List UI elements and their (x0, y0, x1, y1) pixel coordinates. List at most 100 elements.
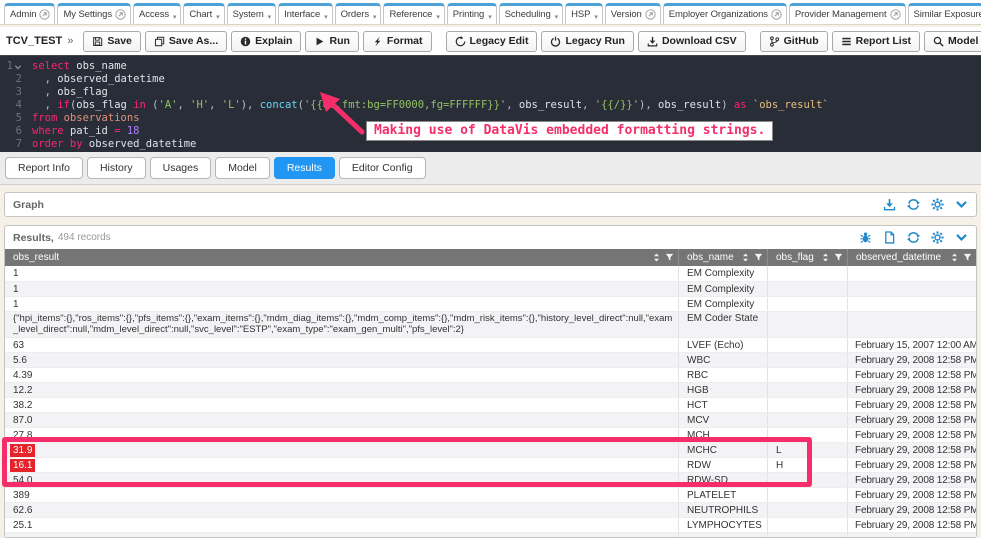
table-row[interactable]: 54.0RDW-SDFebruary 29, 2008 12:58 PM (5, 472, 976, 487)
top-tab-chart[interactable]: Chart▾ (183, 3, 224, 24)
chevron-down-icon (955, 198, 968, 211)
top-tab-reference[interactable]: Reference▾ (383, 3, 444, 24)
report-list-button[interactable]: Report List (832, 31, 920, 52)
legacy-edit-button[interactable]: Legacy Edit (446, 31, 538, 52)
sort-icon[interactable] (821, 253, 830, 262)
top-tab-similar-exposure-groups-segs[interactable]: Similar Exposure Groups (SEGs) (908, 3, 981, 24)
tab-usages[interactable]: Usages (150, 157, 212, 179)
filter-funnel-icon[interactable] (963, 253, 972, 262)
cell-obs-name: HCT (678, 398, 767, 412)
open-external-icon[interactable] (771, 9, 782, 20)
table-row[interactable] (5, 532, 976, 537)
cell-obs-flag (767, 266, 847, 281)
open-external-icon[interactable] (890, 9, 901, 20)
legacy-run-button[interactable]: Legacy Run (541, 31, 634, 52)
table-row[interactable]: 1EM Complexity (5, 266, 976, 281)
table-row[interactable]: 87.0MCVFebruary 29, 2008 12:58 PM (5, 412, 976, 427)
top-tab-employer-organizations[interactable]: Employer Organizations (663, 3, 787, 24)
table-row[interactable]: 1EM Complexity (5, 296, 976, 311)
top-tab-provider-management[interactable]: Provider Management (789, 3, 906, 24)
cell-obs-name: EM Complexity (678, 266, 767, 281)
results-page-icon[interactable] (883, 231, 896, 244)
sort-icon[interactable] (950, 253, 959, 262)
top-tab-admin[interactable]: Admin (4, 3, 55, 24)
graph-refresh-icon[interactable] (907, 198, 920, 211)
top-tab-system[interactable]: System▾ (227, 3, 277, 24)
github-button[interactable]: GitHub (760, 31, 828, 52)
top-tab-access[interactable]: Access▾ (133, 3, 181, 24)
cell-obs-name: WBC (678, 353, 767, 367)
top-tab-label: Similar Exposure Groups (SEGs) (914, 9, 981, 20)
table-row[interactable]: 12.2HGBFebruary 29, 2008 12:58 PM (5, 382, 976, 397)
open-external-icon[interactable] (645, 9, 656, 20)
results-gear-icon[interactable] (931, 231, 944, 244)
results-chevron-down-icon[interactable] (955, 231, 968, 244)
fold-toggle-icon[interactable] (14, 63, 22, 71)
table-row[interactable]: 27.8MCHFebruary 29, 2008 12:58 PM (5, 427, 976, 442)
filter-funnel-icon[interactable] (754, 253, 763, 262)
open-external-icon[interactable] (39, 9, 50, 20)
cell-observed-datetime: February 15, 2007 12:00 AM (847, 338, 976, 352)
cell-obs-flag (767, 338, 847, 352)
run-button[interactable]: Run (305, 31, 358, 52)
filter-funnel-icon[interactable] (665, 253, 674, 262)
cell-obs-name: LVEF (Echo) (678, 338, 767, 352)
results-panel-header[interactable]: Results, 494 records (5, 226, 976, 249)
top-tab-hsp[interactable]: HSP▾ (565, 3, 603, 24)
table-row[interactable]: 38.2HCTFebruary 29, 2008 12:58 PM (5, 397, 976, 412)
top-tab-label: Version (611, 9, 642, 20)
download-csv-button[interactable]: Download CSV (638, 31, 746, 52)
line-number: 5 (0, 112, 26, 125)
table-row[interactable]: 63LVEF (Echo)February 15, 2007 12:00 AM (5, 337, 976, 352)
results-bug-icon[interactable] (859, 231, 872, 244)
table-row[interactable]: 4.39RBCFebruary 29, 2008 12:58 PM (5, 367, 976, 382)
sort-icon[interactable] (652, 253, 661, 262)
graph-panel-header[interactable]: Graph (5, 193, 976, 216)
table-row[interactable]: 5.6WBCFebruary 29, 2008 12:58 PM (5, 352, 976, 367)
top-tab-orders[interactable]: Orders▾ (335, 3, 382, 24)
cell-obs-flag (767, 473, 847, 487)
page-icon (883, 231, 896, 244)
table-row[interactable]: 16.1RDWHFebruary 29, 2008 12:58 PM (5, 457, 976, 472)
graph-download-icon[interactable] (883, 198, 896, 211)
table-row[interactable]: 31.9MCHCLFebruary 29, 2008 12:58 PM (5, 442, 976, 457)
results-refresh-icon[interactable] (907, 231, 920, 244)
top-tab-printing[interactable]: Printing▾ (447, 3, 497, 24)
save-as-button[interactable]: Save As... (145, 31, 227, 52)
cell-obs-result: 62.6 (5, 503, 678, 517)
cell-observed-datetime: February 29, 2008 12:58 PM (847, 383, 976, 397)
graph-chevron-down-icon[interactable] (955, 198, 968, 211)
save-button[interactable]: Save (83, 31, 141, 52)
table-row[interactable]: 1EM Complexity (5, 281, 976, 296)
tab-model[interactable]: Model (215, 157, 270, 179)
format-button[interactable]: Format (363, 31, 432, 52)
explain-button[interactable]: Explain (231, 31, 301, 52)
submenu-caret-icon: ▾ (268, 15, 271, 21)
flagged-value: 31.9 (10, 444, 35, 457)
model-button[interactable]: Model (924, 31, 981, 52)
cell-obs-result: 38.2 (5, 398, 678, 412)
external-icon (645, 9, 656, 20)
cell-obs-result: 1 (5, 266, 678, 281)
open-external-icon[interactable] (115, 9, 126, 20)
top-tab-interface[interactable]: Interface▾ (278, 3, 333, 24)
filter-funnel-icon[interactable] (834, 253, 843, 262)
sort-icon[interactable] (741, 253, 750, 262)
top-tab-scheduling[interactable]: Scheduling▾ (499, 3, 563, 24)
table-row[interactable]: 62.6NEUTROPHILSFebruary 29, 2008 12:58 P… (5, 502, 976, 517)
top-tab-version[interactable]: Version (605, 3, 661, 24)
table-row[interactable]: 25.1LYMPHOCYTESFebruary 29, 2008 12:58 P… (5, 517, 976, 532)
tab-results[interactable]: Results (274, 157, 335, 179)
table-row[interactable]: 389PLATELETFebruary 29, 2008 12:58 PM (5, 487, 976, 502)
external-icon (39, 9, 50, 20)
cell-obs-result: 16.1 (5, 458, 678, 472)
tab-history[interactable]: History (87, 157, 146, 179)
line-number: 1 (0, 60, 26, 73)
report-name-expander[interactable]: » (67, 35, 73, 47)
submenu-caret-icon: ▾ (436, 15, 439, 21)
tab-editor-config[interactable]: Editor Config (339, 157, 426, 179)
top-tab-my-settings[interactable]: My Settings (57, 3, 131, 24)
tab-report-info[interactable]: Report Info (5, 157, 83, 179)
table-row[interactable]: {"hpi_items":{},"ros_items":{},"pfs_item… (5, 311, 976, 337)
graph-gear-icon[interactable] (931, 198, 944, 211)
